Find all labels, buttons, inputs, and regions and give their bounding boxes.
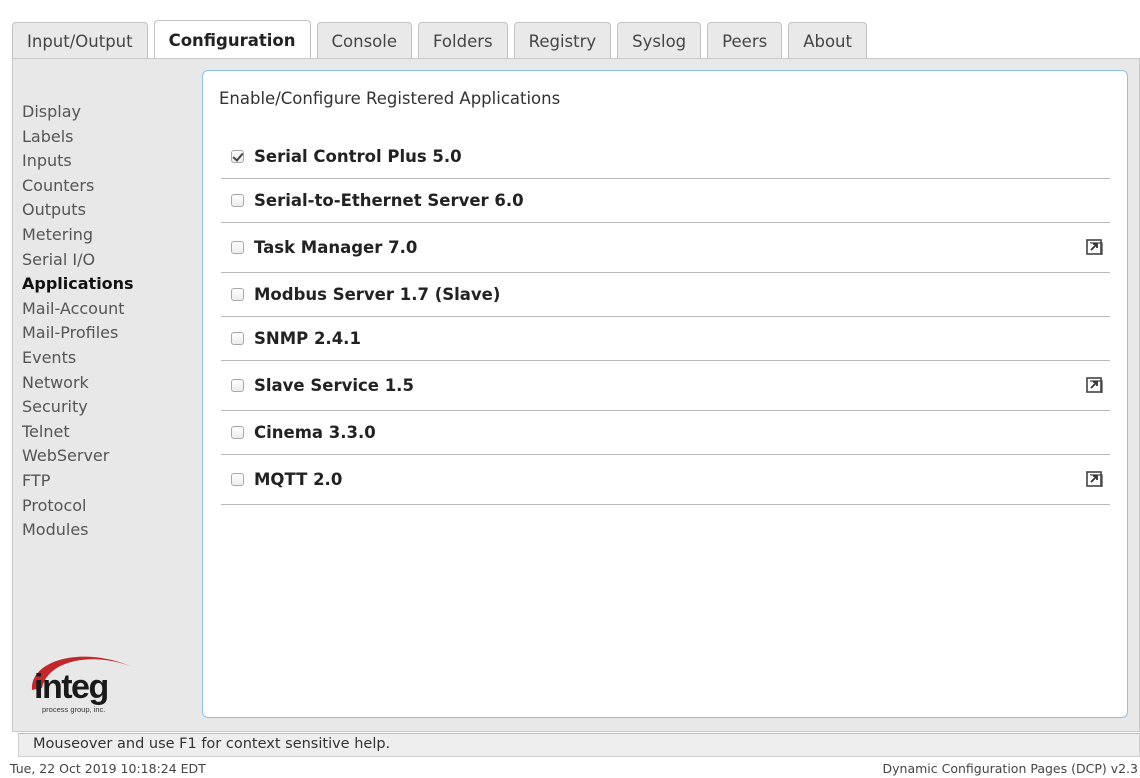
sidebar-item-mail-account[interactable]: Mail-Account (22, 297, 192, 322)
app-label: Modbus Server 1.7 (Slave) (254, 285, 501, 304)
sidebar-item-ftp[interactable]: FTP (22, 469, 192, 494)
app-label: Serial Control Plus 5.0 (254, 147, 462, 166)
status-timestamp: Tue, 22 Oct 2019 10:18:24 EDT (10, 761, 206, 776)
sidebar-item-modules[interactable]: Modules (22, 518, 192, 543)
sidebar-item-serial-io[interactable]: Serial I/O (22, 248, 192, 273)
app-label: Slave Service 1.5 (254, 376, 414, 395)
sidebar-item-applications[interactable]: Applications (22, 272, 192, 297)
app-enable-checkbox[interactable] (231, 241, 244, 254)
app-label: MQTT 2.0 (254, 470, 343, 489)
app-enable-checkbox[interactable] (231, 194, 244, 207)
app-row-snmp: SNMP 2.4.1 (221, 317, 1110, 361)
app-label: Serial-to-Ethernet Server 6.0 (254, 191, 524, 210)
svg-text:integ: integ (34, 668, 108, 706)
tab-registry[interactable]: Registry (513, 22, 612, 59)
tab-peers[interactable]: Peers (707, 22, 783, 59)
open-external-icon[interactable] (1086, 238, 1104, 257)
app-enable-checkbox[interactable] (231, 150, 244, 163)
app-row-modbus-server: Modbus Server 1.7 (Slave) (221, 273, 1110, 317)
app-row-serial-control-plus: Serial Control Plus 5.0 (221, 135, 1110, 179)
status-version: Dynamic Configuration Pages (DCP) v2.3 (882, 761, 1139, 776)
open-external-icon[interactable] (1086, 470, 1104, 489)
sidebar-item-inputs[interactable]: Inputs (22, 149, 192, 174)
sidebar-item-metering[interactable]: Metering (22, 223, 192, 248)
app-row-slave-service: Slave Service 1.5 (221, 361, 1110, 411)
app-enable-checkbox[interactable] (231, 332, 244, 345)
app-label: Task Manager 7.0 (254, 238, 418, 257)
tab-folders[interactable]: Folders (418, 22, 508, 59)
sidebar-item-outputs[interactable]: Outputs (22, 198, 192, 223)
app-label: SNMP 2.4.1 (254, 329, 361, 348)
page: Input/Output Configuration Console Folde… (0, 0, 1140, 778)
tab-input-output[interactable]: Input/Output (12, 22, 148, 59)
sidebar-item-protocol[interactable]: Protocol (22, 494, 192, 519)
application-list: Serial Control Plus 5.0 Serial-to-Ethern… (221, 135, 1110, 505)
app-enable-checkbox[interactable] (231, 426, 244, 439)
app-label: Cinema 3.3.0 (254, 423, 376, 442)
tab-bar: Input/Output Configuration Console Folde… (12, 20, 867, 59)
app-enable-checkbox[interactable] (231, 288, 244, 301)
sidebar-item-labels[interactable]: Labels (22, 125, 192, 150)
applications-panel: Enable/Configure Registered Applications… (202, 70, 1128, 718)
sidebar-item-security[interactable]: Security (22, 395, 192, 420)
svg-text:process group, inc.: process group, inc. (42, 705, 105, 714)
app-row-serial-to-ethernet: Serial-to-Ethernet Server 6.0 (221, 179, 1110, 223)
tab-about[interactable]: About (788, 22, 867, 59)
sidebar-item-display[interactable]: Display (22, 100, 192, 125)
app-row-task-manager: Task Manager 7.0 (221, 223, 1110, 273)
integ-logo: integ process group, inc. (22, 640, 142, 720)
tab-configuration[interactable]: Configuration (153, 20, 311, 59)
sidebar-nav: Display Labels Inputs Counters Outputs M… (22, 100, 192, 543)
tab-syslog[interactable]: Syslog (617, 22, 702, 59)
sidebar-item-mail-profiles[interactable]: Mail-Profiles (22, 321, 192, 346)
tab-console[interactable]: Console (316, 22, 413, 59)
sidebar-item-network[interactable]: Network (22, 371, 192, 396)
sidebar-item-telnet[interactable]: Telnet (22, 420, 192, 445)
sidebar-item-events[interactable]: Events (22, 346, 192, 371)
open-external-icon[interactable] (1086, 376, 1104, 395)
panel-title: Enable/Configure Registered Applications (219, 89, 561, 108)
app-row-cinema: Cinema 3.3.0 (221, 411, 1110, 455)
app-row-mqtt: MQTT 2.0 (221, 455, 1110, 505)
help-bar: Mouseover and use F1 for context sensiti… (18, 733, 1140, 757)
sidebar-item-webserver[interactable]: WebServer (22, 444, 192, 469)
sidebar-item-counters[interactable]: Counters (22, 174, 192, 199)
app-enable-checkbox[interactable] (231, 473, 244, 486)
app-enable-checkbox[interactable] (231, 379, 244, 392)
